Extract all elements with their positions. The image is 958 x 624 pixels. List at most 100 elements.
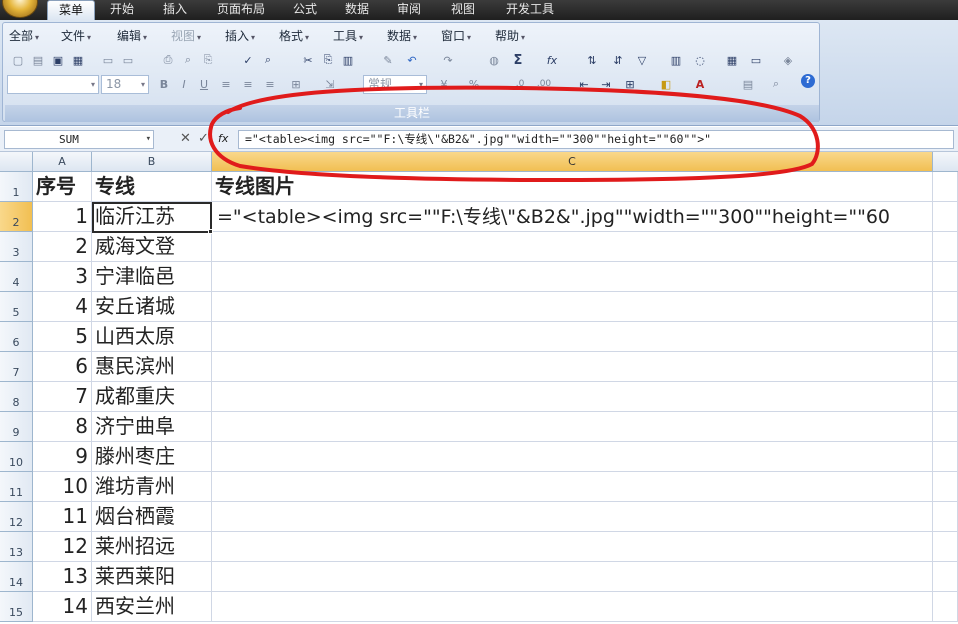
cell-a11[interactable]: 10 [33,472,92,502]
cell-b6[interactable]: 山西太原 [92,322,212,352]
insert-function-button[interactable]: fx [218,131,228,147]
cell-a15[interactable]: 14 [33,592,92,622]
cell-d5[interactable] [933,292,958,322]
cell-d14[interactable] [933,562,958,592]
cell-c11[interactable] [212,472,933,502]
menu-format[interactable]: 格式 ▾ [279,28,309,44]
cell-c5[interactable] [212,292,933,322]
cell-a12[interactable]: 11 [33,502,92,532]
decrease-indent-icon[interactable]: ⇤ [575,75,593,93]
undo-icon[interactable]: ↶ [403,51,421,69]
font-name-select[interactable]: ▾ [7,75,99,94]
save-as-icon[interactable]: ▦ [69,51,87,69]
formula-input[interactable]: ="<table><img src=""F:\专线\"&B2&".jpg""wi… [238,130,954,149]
row-header-9[interactable]: 9 [0,412,33,442]
menu-insert[interactable]: 插入 ▾ [225,28,255,44]
bold-button[interactable]: B [155,75,173,93]
align-left-icon[interactable]: ≡ [217,75,235,93]
cell-d3[interactable] [933,232,958,262]
borders-icon[interactable]: ⊞ [621,75,639,93]
increase-decimal-icon[interactable]: .0 [511,75,529,93]
copy-icon[interactable]: ⎘ [319,51,337,69]
menu-help[interactable]: 帮助 ▾ [495,28,525,44]
align-center-icon[interactable]: ≡ [239,75,257,93]
cell-b3[interactable]: 威海文登 [92,232,212,262]
cell-a6[interactable]: 5 [33,322,92,352]
row-header-4[interactable]: 4 [0,262,33,292]
insert-function-icon[interactable]: fx [543,51,561,69]
decrease-decimal-icon[interactable]: .00 [535,75,553,93]
cell-c9[interactable] [212,412,933,442]
cell-d1[interactable] [933,172,958,202]
permission-icon[interactable]: ▭ [99,51,117,69]
row-header-6[interactable]: 6 [0,322,33,352]
cell-c15[interactable] [212,592,933,622]
tab-formulas[interactable]: 公式 [282,0,328,20]
cell-c4[interactable] [212,262,933,292]
tab-view[interactable]: 视图 [438,0,488,20]
cell-d9[interactable] [933,412,958,442]
sort-asc-icon[interactable]: ⇅ [583,51,601,69]
row-header-8[interactable]: 8 [0,382,33,412]
cut-icon[interactable]: ✂ [299,51,317,69]
spelling-icon[interactable]: ✓ [239,51,257,69]
print-icon[interactable]: ⎙ [159,51,177,69]
cell-c6[interactable] [212,322,933,352]
tab-data[interactable]: 数据 [334,0,380,20]
cell-d12[interactable] [933,502,958,532]
cancel-icon[interactable]: ✕ [180,131,191,147]
cell-d8[interactable] [933,382,958,412]
column-header-b[interactable]: B [92,152,212,172]
cell-a7[interactable]: 6 [33,352,92,382]
row-header-12[interactable]: 12 [0,502,33,532]
italic-button[interactable]: I [175,75,193,93]
column-header-c[interactable]: C [212,152,933,172]
cell-b13[interactable]: 莱州招远 [92,532,212,562]
row-header-3[interactable]: 3 [0,232,33,262]
cell-a14[interactable]: 13 [33,562,92,592]
enter-icon[interactable]: ✓ [198,131,209,147]
help-icon[interactable]: ? [801,74,815,88]
email-icon[interactable]: ▭ [119,51,137,69]
cell-c13[interactable] [212,532,933,562]
cell-b1[interactable]: 专线 [92,172,212,202]
filter-icon[interactable]: ▽ [633,51,651,69]
name-box[interactable]: SUM ▾ [4,130,154,149]
row-header-10[interactable]: 10 [0,442,33,472]
cell-c7[interactable] [212,352,933,382]
redo-icon[interactable]: ↷ [439,51,457,69]
drawing-icon[interactable]: ◌ [691,51,709,69]
paste-icon[interactable]: ▥ [339,51,357,69]
cell-d10[interactable] [933,442,958,472]
cell-d15[interactable] [933,592,958,622]
cell-a13[interactable]: 12 [33,532,92,562]
grid-icon[interactable]: ▦ [723,51,741,69]
menu-all[interactable]: 全部 ▾ [9,28,39,44]
tab-insert[interactable]: 插入 [150,0,200,20]
cell-c10[interactable] [212,442,933,472]
chart-icon[interactable]: ▥ [667,51,685,69]
tab-developer[interactable]: 开发工具 [494,0,566,20]
row-header-14[interactable]: 14 [0,562,33,592]
research-icon[interactable]: ⌕ [259,51,277,69]
cell-a5[interactable]: 4 [33,292,92,322]
increase-indent-icon[interactable]: ⇥ [597,75,615,93]
cell-a3[interactable]: 2 [33,232,92,262]
cell-b9[interactable]: 济宁曲阜 [92,412,212,442]
menu-window[interactable]: 窗口 ▾ [441,28,471,44]
cell-c2-formula[interactable]: ="<table><img src=""F:\专线\"&B2&".jpg""wi… [213,203,933,232]
cell-b12[interactable]: 烟台栖霞 [92,502,212,532]
cell-c3[interactable] [212,232,933,262]
row-header-1[interactable]: 1 [0,172,33,202]
open-folder-icon[interactable]: ▤ [29,51,47,69]
underline-button[interactable]: U [195,75,213,93]
autosum-icon[interactable]: Σ [509,51,527,69]
row-header-7[interactable]: 7 [0,352,33,382]
comma-icon[interactable]: , [489,75,507,93]
cell-d6[interactable] [933,322,958,352]
percent-icon[interactable]: % [465,75,483,93]
cell-a1[interactable]: 序号 [33,172,92,202]
tab-page-layout[interactable]: 页面布局 [206,0,276,20]
currency-icon[interactable]: ¥ [435,75,453,93]
cell-b15[interactable]: 西安兰州 [92,592,212,622]
